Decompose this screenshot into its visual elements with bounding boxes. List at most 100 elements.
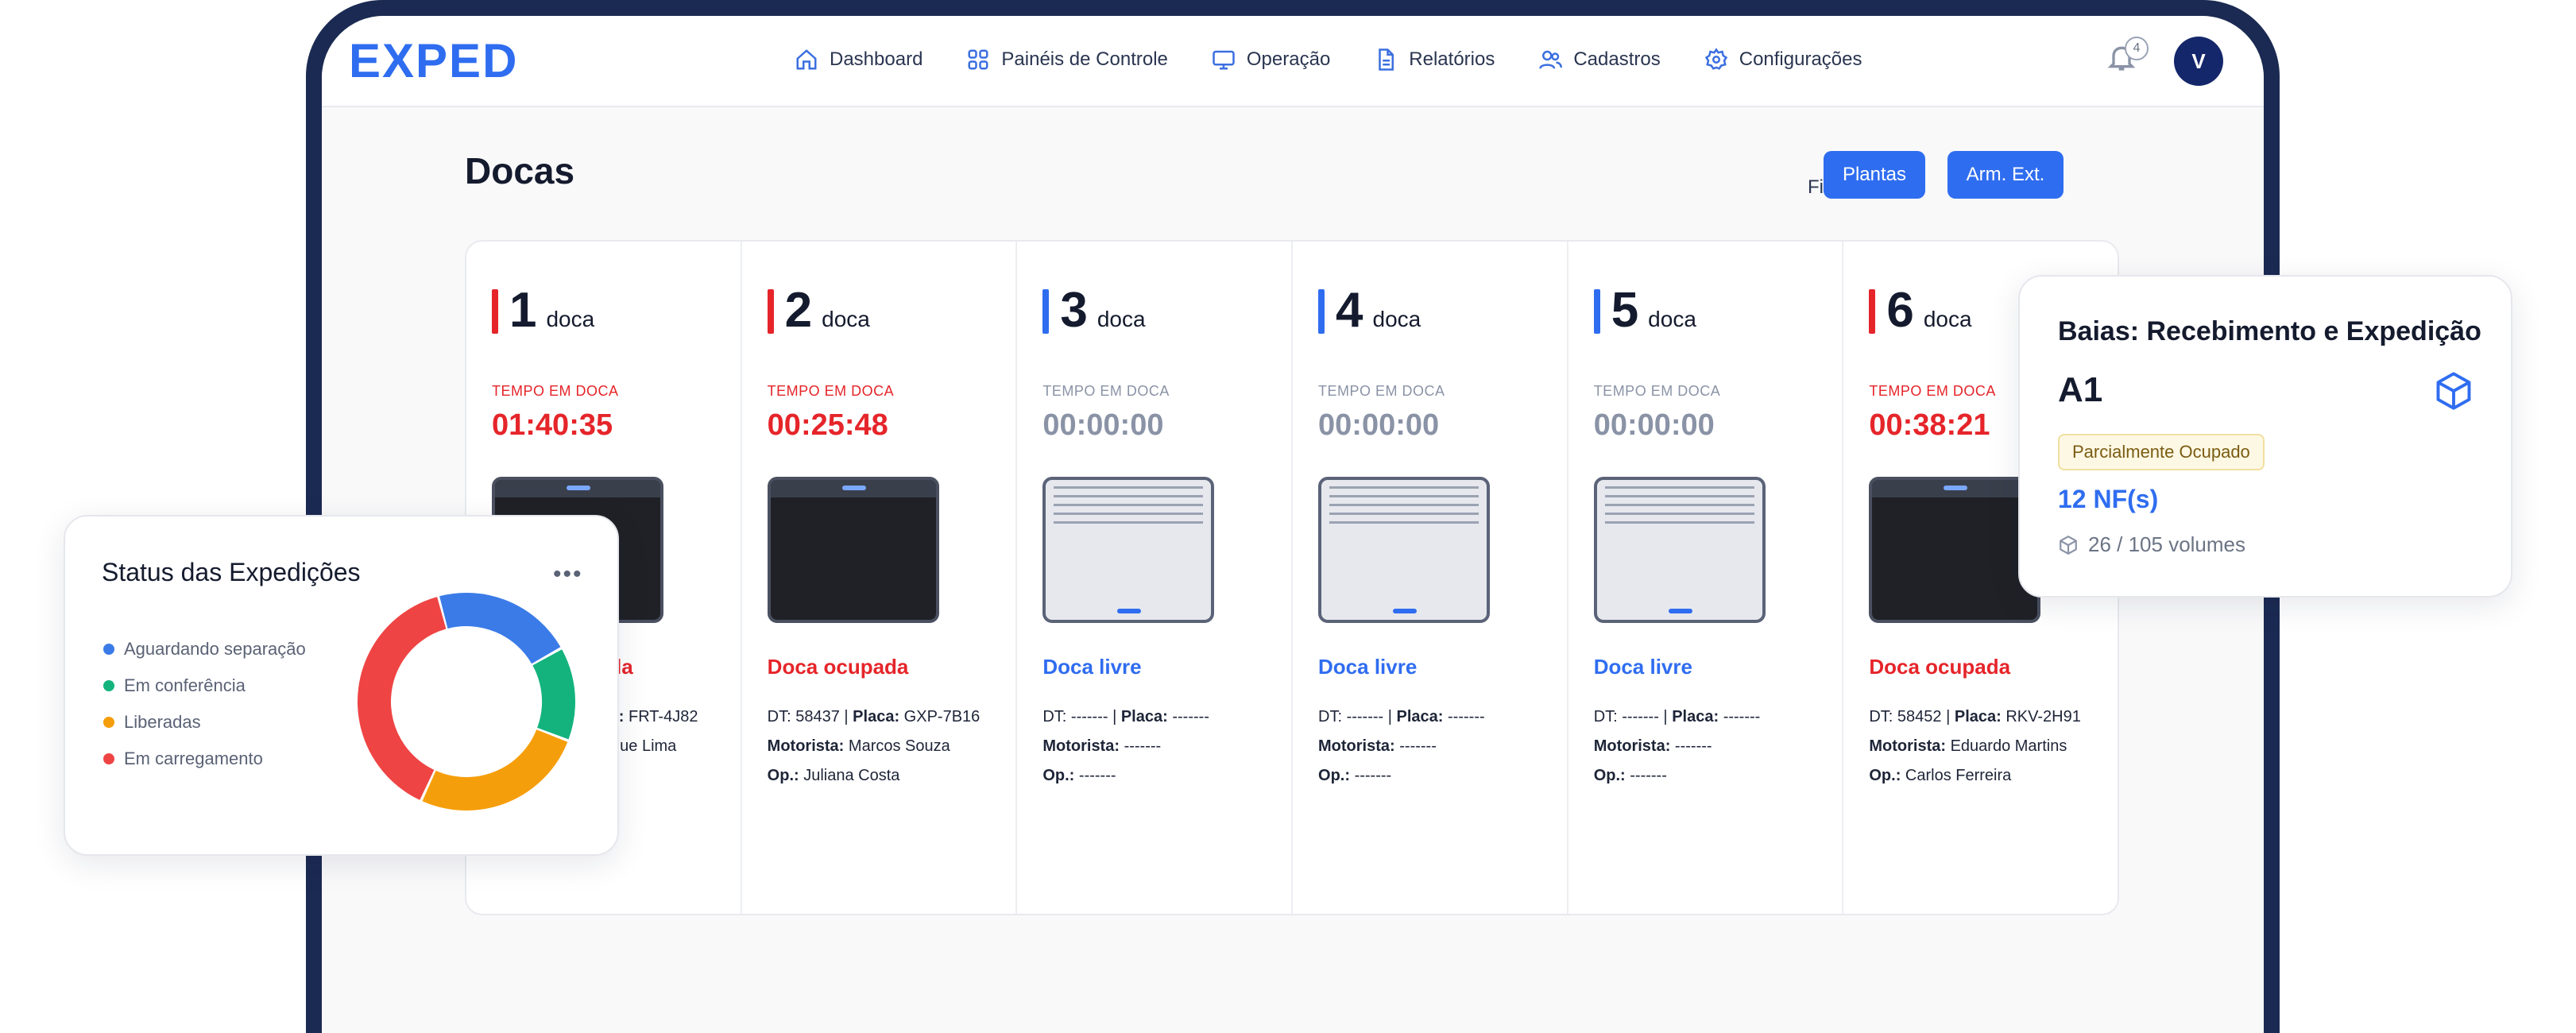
volume-count: 26 / 105 volumes [2058, 532, 2245, 557]
nav-operacao[interactable]: Operação [1212, 48, 1330, 72]
dock-status: Doca livre [1593, 655, 1692, 679]
status-indicator [1593, 289, 1600, 334]
dock-header: 3 doca [1042, 283, 1146, 338]
invoice-count[interactable]: 12 NF(s) [2058, 485, 2158, 514]
dock-details: DT: 58452 | Placa: RKV-2H91 Motorista: Ed… [1869, 708, 2081, 784]
time-label: TEMPO EM DOCA [1869, 383, 1996, 399]
volume-text: 26 / 105 volumes [2088, 532, 2246, 556]
dock-header: 5 doca [1593, 286, 1696, 335]
time-label: TEMPO EM DOCA [492, 383, 619, 399]
legend-dot [103, 717, 114, 728]
driver-label: Motorista: [1869, 737, 1947, 755]
operator-label: Op.: [767, 767, 799, 784]
driver-label: Motorista: [1042, 737, 1120, 755]
placa-value: RKV-2H91 [2005, 708, 2081, 725]
driver-value: ------- [1399, 737, 1437, 755]
operator-value: Juliana Costa [803, 767, 900, 784]
dock-status: Doca ocupada [1869, 655, 2011, 679]
dock-number: 2 [784, 283, 813, 338]
dock-status: Doca ocupada [767, 655, 909, 679]
nav-cadastros[interactable]: Cadastros [1538, 48, 1661, 72]
package-icon [2060, 535, 2077, 555]
status-indicator [767, 289, 774, 334]
dock-status: Doca livre [1318, 655, 1418, 679]
legend-label: Em carregamento [124, 749, 263, 768]
dock-number: 1 [509, 283, 537, 338]
dt-value: ------- [1622, 708, 1659, 725]
dock-number: 6 [1886, 283, 1914, 338]
legend-item: Em conferência [103, 667, 306, 704]
nav-label: Cadastros [1573, 48, 1661, 70]
legend-label: Liberadas [124, 712, 201, 732]
placa-value: ------- [1723, 708, 1761, 725]
dock-word: doca [1648, 307, 1696, 331]
document-icon [1379, 48, 1394, 71]
dock-column[interactable]: 4 doca TEMPO EM DOCA 00:00:00 Doca livre DT: … [1293, 242, 1568, 914]
notification-count-badge: 4 [2125, 37, 2149, 60]
dock-number: 3 [1060, 283, 1088, 338]
open-door-icon [1593, 477, 1766, 623]
driver-label: Motorista: [767, 737, 845, 755]
placa-label: Placa: [1954, 708, 2002, 725]
legend-item: Liberadas [103, 704, 306, 741]
monitor-icon [1213, 50, 1235, 70]
nav-label: Dashboard [830, 48, 923, 70]
nav-paineis[interactable]: Painéis de Controle [966, 48, 1168, 72]
dt-label: DT: [767, 708, 791, 725]
main-nav: Dashboard Painéis de Controle Operação R… [795, 48, 1862, 72]
time-in-dock: 00:25:48 [767, 408, 888, 442]
closed-door-icon [1869, 477, 2041, 623]
dock-details: DT: ------- | Placa: ------- Motorista: -… [1042, 708, 1209, 784]
placa-label: Placa: [1120, 708, 1168, 725]
user-avatar[interactable]: V [2174, 37, 2223, 86]
operator-label: Op.: [1042, 767, 1075, 784]
legend-label: Aguardando separação [124, 639, 306, 659]
shipments-status-card: Status das Expedições ••• Aguardando sep… [64, 515, 619, 856]
dock-column[interactable]: 5 doca TEMPO EM DOCA 00:00:00 Doca livre DT: … [1568, 242, 1844, 914]
dock-details: DT: ------- | Placa: ------- Motorista: -… [1593, 708, 1761, 784]
legend-label: Em conferência [124, 675, 246, 695]
dt-value: ------- [1346, 708, 1384, 725]
filter-plantas-button[interactable]: Plantas [1824, 151, 1925, 199]
chart-legend: Aguardando separação Em conferência Libera… [103, 631, 306, 777]
nav-dashboard[interactable]: Dashboard [795, 48, 922, 72]
bay-code: A1 [2058, 370, 2103, 409]
legend-dot [103, 753, 114, 764]
nav-relatorios[interactable]: Relatórios [1374, 48, 1495, 72]
dock-column[interactable]: 2 doca TEMPO EM DOCA 00:25:48 Doca ocupada DT… [742, 242, 1018, 914]
dock-word: doca [546, 307, 595, 331]
dock-word: doca [822, 307, 870, 331]
placa-value: FRT-4J82 [629, 708, 698, 725]
dt-label: DT: [1042, 708, 1067, 725]
dock-status: Doca livre [1042, 655, 1142, 679]
nav-configuracoes[interactable]: Configurações [1704, 48, 1862, 72]
app-logo[interactable]: EXPED [349, 33, 518, 88]
dock-header: 1 doca [492, 283, 595, 338]
driver-label: Motorista: [1318, 737, 1395, 755]
filter-arm-ext-button[interactable]: Arm. Ext. [1947, 151, 2064, 199]
nav-label: Configurações [1739, 48, 1862, 70]
driver-label: Motorista: [1593, 737, 1671, 755]
more-options-icon[interactable]: ••• [553, 561, 583, 588]
time-in-dock: 00:00:00 [1593, 408, 1715, 442]
nav-label: Operação [1246, 48, 1331, 70]
time-label: TEMPO EM DOCA [767, 383, 895, 399]
grid-icon [968, 49, 988, 70]
closed-door-icon [767, 477, 939, 623]
time-in-dock: 01:40:35 [492, 408, 613, 442]
placa-value: ------- [1448, 708, 1485, 725]
driver-value: Eduardo Martins [1950, 737, 2067, 755]
docks-panel: 1 doca TEMPO EM DOCA 01:40:35 Doca ocupada DT… [465, 240, 2119, 915]
legend-dot [103, 644, 114, 655]
card-title: Status das Expedições [102, 558, 361, 586]
operator-label: Op.: [1318, 767, 1351, 784]
dt-value: 58437 [795, 708, 840, 725]
operator-label: Op.: [1593, 767, 1626, 784]
driver-value: ------- [1124, 737, 1162, 755]
time-in-dock: 00:38:21 [1869, 408, 1990, 442]
dock-column[interactable]: 3 doca TEMPO EM DOCA 00:00:00 Doca livre DT: … [1017, 242, 1294, 914]
page-title: Docas [465, 150, 575, 192]
top-navbar: EXPED Dashboard Painéis de Controle Oper… [322, 16, 2264, 107]
notifications-button[interactable]: 4 [2106, 37, 2149, 81]
operator-value: ------- [1354, 767, 1392, 784]
